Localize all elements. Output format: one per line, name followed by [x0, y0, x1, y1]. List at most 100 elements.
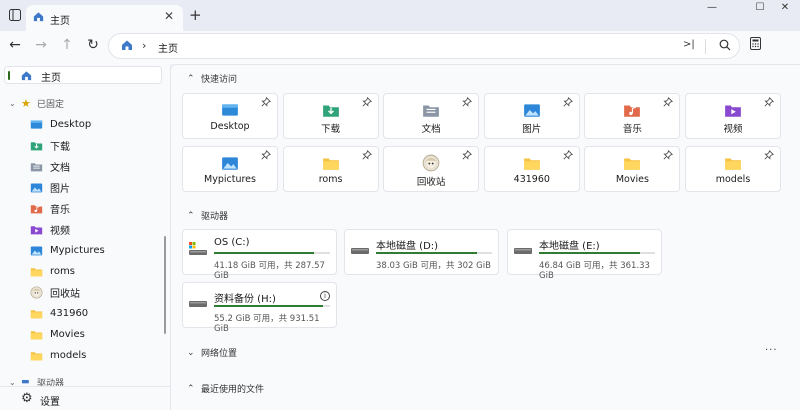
drive-name: 本地磁盘 (E:)	[539, 241, 600, 252]
quick-access-card[interactable]: Desktop	[182, 93, 278, 139]
card-label: Desktop	[210, 121, 250, 132]
folder-icon	[724, 154, 742, 170]
recent-files-header[interactable]: ⌃ 最近使用的文件	[187, 382, 265, 396]
sidebar-item-label: Mypictures	[50, 244, 105, 256]
calculator-icon[interactable]	[750, 37, 761, 53]
home-icon	[32, 10, 45, 26]
pin-icon[interactable]	[361, 150, 372, 160]
drives-header[interactable]: ⌃ 驱动器	[187, 209, 228, 223]
card-label: 图片	[522, 124, 542, 135]
pin-icon[interactable]	[261, 150, 271, 160]
card-label: 回收站	[416, 177, 446, 188]
sidebar-scrollbar[interactable]	[164, 236, 166, 334]
pictures-icon	[30, 181, 44, 193]
quick-access-card[interactable]: 音乐	[584, 93, 681, 139]
sidebar-item[interactable]: 文档	[30, 157, 70, 175]
pin-icon[interactable]	[462, 150, 473, 160]
sidebar-item[interactable]: Mypictures	[30, 241, 105, 259]
sidebar-item-home[interactable]: 主页	[4, 66, 162, 84]
search-icon[interactable]	[719, 39, 731, 54]
window-menu-icon[interactable]	[7, 7, 23, 23]
maximize-icon[interactable]: ☐	[750, 2, 770, 16]
chevron-right-icon: ›	[142, 39, 147, 52]
quick-access-card[interactable]: 431960	[483, 146, 580, 192]
quick-access-header[interactable]: ⌃ 快速访问	[187, 72, 238, 86]
quick-access-card[interactable]: Movies	[584, 146, 681, 192]
new-tab-button[interactable]: +	[189, 6, 202, 24]
section-label: 最近使用的文件	[201, 385, 265, 395]
settings-button[interactable]: 设置	[40, 393, 60, 408]
document-icon	[30, 160, 44, 172]
desktop-icon	[221, 101, 239, 117]
sidebar-item[interactable]: 图片	[30, 178, 70, 196]
desktop-icon	[30, 118, 44, 130]
chevron-down-icon: ⌄	[187, 347, 195, 358]
pin-icon[interactable]	[462, 97, 473, 107]
sidebar-item[interactable]: 下载	[30, 136, 70, 154]
up-button[interactable]: ↑	[57, 35, 77, 55]
drive-usage-fill	[214, 305, 324, 307]
sidebar-item[interactable]: 431960	[30, 304, 88, 322]
quick-access-card[interactable]: 回收站	[383, 146, 480, 192]
network-header[interactable]: ⌄ 网络位置	[187, 346, 237, 360]
drive-card[interactable]: 资料备份 (H:) 55.2 GiB 可用，共 931.51 GiB i	[182, 282, 337, 334]
quick-access-card[interactable]: 文档	[383, 93, 480, 139]
breadcrumb[interactable]: 主页	[158, 40, 178, 55]
quick-access-card[interactable]: 下载	[282, 93, 379, 139]
sidebar-item[interactable]: Movies	[30, 325, 85, 343]
back-button[interactable]: ←	[5, 35, 25, 55]
card-label: 下载	[321, 124, 341, 135]
minimize-icon[interactable]: —	[702, 2, 722, 16]
folder-icon	[523, 154, 541, 170]
sidebar-item-label: roms	[50, 265, 75, 277]
refresh-button[interactable]: ↻	[83, 35, 103, 55]
drive-card[interactable]: 本地磁盘 (E:) 46.84 GiB 可用，共 361.33 GiB	[507, 229, 662, 281]
sidebar-item[interactable]: 音乐	[30, 199, 70, 217]
pin-icon[interactable]	[361, 97, 372, 107]
quick-access-card[interactable]: models	[685, 146, 781, 192]
card-label: 文档	[421, 124, 441, 135]
music-icon	[30, 202, 44, 214]
quick-access-card[interactable]: roms	[282, 146, 379, 192]
info-icon[interactable]: i	[320, 291, 330, 301]
pin-icon[interactable]	[563, 150, 573, 160]
pinned-section-header[interactable]: ⌄ ★ 已固定	[9, 95, 64, 111]
pin-icon[interactable]	[764, 150, 774, 160]
close-tab-icon[interactable]: ✕	[164, 9, 174, 23]
pictures-icon	[30, 244, 44, 256]
path-box[interactable]: › 主页 >|	[108, 33, 740, 59]
more-options-button[interactable]: ···	[765, 345, 778, 356]
sidebar-item-label: 图片	[50, 183, 70, 195]
drive-card[interactable]: 本地磁盘 (D:) 38.03 GiB 可用，共 302 GiB	[344, 229, 499, 275]
pin-icon[interactable]	[563, 97, 573, 107]
pin-icon[interactable]	[764, 97, 774, 107]
sidebar-item[interactable]: 回收站	[30, 283, 80, 301]
quick-access-card[interactable]: Mypictures	[182, 146, 278, 192]
drive-size-text: 46.84 GiB 可用，共 361.33 GiB	[539, 261, 650, 281]
sidebar-item[interactable]: roms	[30, 262, 75, 280]
pin-icon[interactable]	[663, 150, 674, 160]
sidebar-item[interactable]: 视频	[30, 220, 70, 238]
drive-icon	[351, 242, 371, 256]
drive-icon	[189, 295, 209, 309]
drive-card[interactable]: OS (C:) 41.18 GiB 可用，共 287.57 GiB	[182, 229, 337, 281]
sidebar-item[interactable]: models	[30, 346, 86, 364]
sidebar-item-label: 音乐	[50, 204, 70, 216]
sidebar: 主页 ⌄ ★ 已固定 Desktop 下载文档图片音乐视频 Mypictures ro…	[0, 64, 170, 410]
forward-button[interactable]: →	[31, 35, 51, 55]
pin-icon[interactable]	[663, 97, 674, 107]
quick-access-card[interactable]: 视频	[685, 93, 781, 139]
gear-icon[interactable]: ⚙	[21, 391, 33, 406]
drive-size-text: 55.2 GiB 可用，共 931.51 GiB	[214, 314, 320, 334]
sidebar-item-label: models	[50, 349, 87, 361]
terminal-icon[interactable]: >|	[683, 39, 695, 50]
section-label: 快速访问	[201, 75, 238, 85]
quick-access-card[interactable]: 图片	[483, 93, 580, 139]
close-window-icon[interactable]: ✕	[775, 2, 795, 16]
tab-home[interactable]: 主页 ✕	[26, 5, 183, 31]
folder-icon	[30, 349, 44, 361]
sidebar-item[interactable]: Desktop	[30, 115, 91, 133]
chevron-up-icon: ⌃	[187, 383, 195, 394]
pin-icon[interactable]	[261, 97, 271, 107]
drive-size-text: 38.03 GiB 可用，共 302 GiB	[376, 261, 491, 271]
